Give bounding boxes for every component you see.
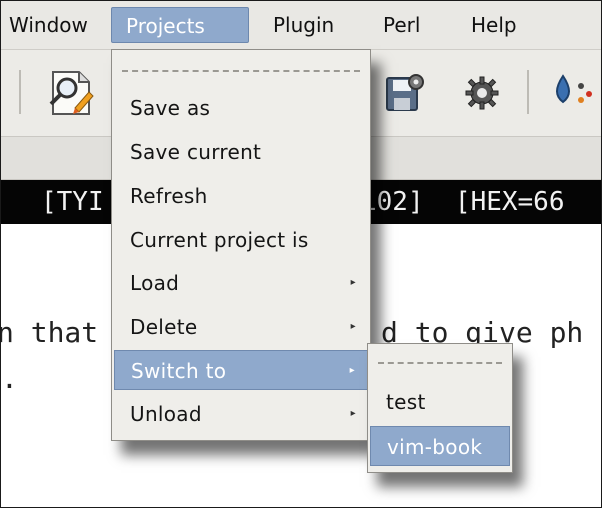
menu-item-label: Switch to [131,359,227,383]
menu-item-label: Save as [130,96,211,120]
save-session-icon[interactable] [383,72,425,118]
menu-projects[interactable]: Projects [111,7,249,43]
status-type-fragment: [TYI [41,187,104,217]
toolbar-separator-right [527,70,529,114]
submenu-arrow-icon: ▸ [350,277,356,288]
menu-perl-label: Perl [383,13,421,37]
tearoff-line[interactable] [378,362,502,364]
menu-plugin[interactable]: Plugin [259,7,348,43]
menu-item-label: Unload [130,402,202,426]
menu-item-delete[interactable]: Delete ▸ [114,307,368,347]
project-item-label: test [386,390,426,414]
editor-line-left: n that [0,316,99,349]
menu-item-label: Current project is [130,228,309,252]
menu-window[interactable]: Window [1,7,102,43]
editor-line-2: . [1,362,18,395]
projects-menu: Save as Save current Refresh Current pro… [111,49,371,441]
menu-item-current-project[interactable]: Current project is [114,220,368,260]
menu-item-label: Save current [130,140,262,164]
menu-window-label: Window [9,13,88,37]
menu-item-load[interactable]: Load ▸ [114,263,368,303]
submenu-arrow-icon: ▸ [349,365,355,376]
menu-item-switch-to[interactable]: Switch to ▸ [114,350,368,390]
menu-item-save-current[interactable]: Save current [114,132,368,172]
application-window: Window Projects Plugin Perl Help [TYI 10… [0,0,602,508]
menu-item-refresh[interactable]: Refresh [114,176,368,216]
tearoff-line[interactable] [122,70,360,72]
menu-projects-label: Projects [126,14,205,38]
menu-plugin-label: Plugin [273,13,335,37]
project-item-test[interactable]: test [370,382,510,422]
settings-gear-icon[interactable] [465,76,499,114]
project-item-vim-book[interactable]: vim-book [370,426,510,466]
menu-perl[interactable]: Perl [369,7,434,43]
menu-help-label: Help [471,13,517,37]
menu-item-label: Load [130,271,180,295]
submenu-arrow-icon: ▸ [350,321,356,332]
find-replace-icon[interactable] [45,68,95,122]
menu-bar: Window Projects Plugin Perl Help [1,1,601,50]
toolbar-separator [19,70,21,114]
menu-item-save-as[interactable]: Save as [114,88,368,128]
menu-item-label: Delete [130,315,198,339]
color-picker-icon[interactable] [553,72,599,116]
switch-to-submenu: test vim-book [367,343,513,473]
menu-item-label: Refresh [130,184,208,208]
menu-item-unload[interactable]: Unload ▸ [114,394,368,434]
project-item-label: vim-book [387,435,483,459]
submenu-arrow-icon: ▸ [350,408,356,419]
status-hex-fragment: 102] [HEX=66 [361,187,565,217]
menu-help[interactable]: Help [457,7,531,43]
